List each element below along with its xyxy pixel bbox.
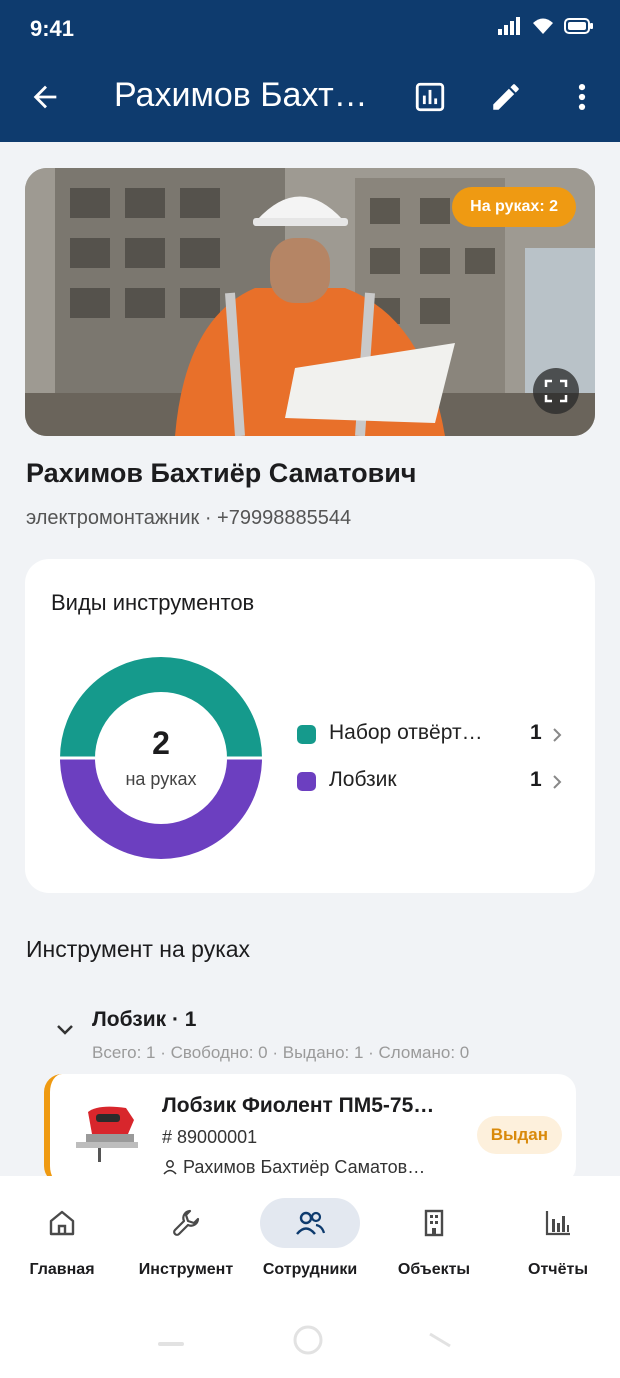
employee-subtitle: электромонтажник · +79998885544 bbox=[26, 507, 352, 529]
nav-label: Сотрудники bbox=[262, 1261, 358, 1278]
nav-icon-pill bbox=[136, 1198, 236, 1248]
employee-photo[interactable]: На руках: 2 bbox=[25, 168, 595, 436]
signal-icon bbox=[498, 17, 520, 35]
expand-icon bbox=[544, 379, 568, 403]
nav-label: Инструмент bbox=[138, 1261, 234, 1278]
nav-label: Главная bbox=[29, 1261, 95, 1278]
status-icons bbox=[498, 17, 594, 35]
nav-item-home[interactable]: Главная bbox=[0, 1198, 124, 1279]
nav-icon-pill bbox=[384, 1198, 484, 1248]
system-gesture-bar bbox=[158, 1325, 451, 1355]
chevron-down-icon bbox=[57, 1025, 73, 1035]
legend-label: Лобзик bbox=[329, 768, 397, 791]
tool-types-card: Виды инструментов 2 на руках Набор отвёр… bbox=[25, 559, 595, 893]
tool-types-title: Виды инструментов bbox=[51, 590, 255, 615]
recents-button bbox=[158, 1342, 184, 1346]
chevron-right-icon bbox=[553, 728, 562, 742]
legend-count: 1 bbox=[530, 721, 542, 744]
status-bar: 9:41 bbox=[0, 0, 620, 56]
legend-item-jigsaw[interactable]: Лобзик 1 bbox=[297, 766, 567, 798]
back-arrow-icon[interactable] bbox=[28, 80, 62, 114]
expand-button[interactable] bbox=[533, 368, 579, 414]
tool-group-stats: Всего: 1 · Свободно: 0 · Выдано: 1 · Сло… bbox=[92, 1043, 470, 1062]
tool-item-holder: Рахимов Бахтиёр Саматов… bbox=[162, 1157, 462, 1178]
home-button bbox=[293, 1325, 323, 1355]
wrench-icon bbox=[173, 1209, 200, 1236]
legend-item-screwdriver-set[interactable]: Набор отвёрт… 1 bbox=[297, 719, 567, 751]
bar-chart-icon bbox=[545, 1211, 570, 1236]
home-icon bbox=[49, 1210, 75, 1236]
tool-item-card[interactable]: Лобзик Фиолент ПМ5-75… # 89000001 Рахимо… bbox=[44, 1074, 576, 1184]
on-hand-badge: На руках: 2 bbox=[452, 187, 576, 227]
donut-center-label: на руках bbox=[125, 769, 197, 789]
legend-dot bbox=[297, 772, 316, 791]
nav-icon-pill bbox=[508, 1198, 608, 1248]
user-icon bbox=[163, 1160, 177, 1175]
nav-icon-pill bbox=[12, 1198, 112, 1248]
nav-icon-pill-active bbox=[260, 1198, 360, 1248]
chevron-right-icon bbox=[553, 775, 562, 789]
nav-item-objects[interactable]: Объекты bbox=[372, 1198, 496, 1279]
more-icon[interactable] bbox=[565, 80, 599, 114]
tool-item-number: # 89000001 bbox=[162, 1127, 257, 1148]
app-bar: Рахимов Бахт… bbox=[0, 66, 620, 130]
tool-item-title: Лобзик Фиолент ПМ5-75… bbox=[162, 1094, 435, 1117]
top-bar: 9:41 Рахимов Бахт… bbox=[0, 0, 620, 142]
battery-icon bbox=[564, 18, 593, 34]
nav-label: Объекты bbox=[397, 1261, 471, 1278]
status-time: 9:41 bbox=[30, 16, 75, 41]
tool-types-donut: 2 на руках bbox=[60, 657, 262, 859]
donut-center-value: 2 bbox=[152, 725, 170, 761]
nav-item-reports[interactable]: Отчёты bbox=[496, 1198, 620, 1279]
employee-name: Рахимов Бахтиёр Саматович bbox=[26, 458, 417, 488]
nav-item-employees[interactable]: Сотрудники bbox=[248, 1198, 372, 1279]
tool-item-number-value: 89000001 bbox=[177, 1127, 258, 1147]
on-hand-section-title: Инструмент на руках bbox=[26, 936, 251, 962]
back-button bbox=[429, 1332, 451, 1348]
legend-dot bbox=[297, 725, 316, 744]
nav-item-tools[interactable]: Инструмент bbox=[124, 1198, 248, 1279]
legend-label: Набор отвёрт… bbox=[329, 721, 483, 744]
jigsaw-thumbnail bbox=[76, 1106, 138, 1162]
stats-icon[interactable] bbox=[413, 80, 447, 114]
tool-item-holder-name: Рахимов Бахтиёр Саматов… bbox=[183, 1157, 426, 1177]
nav-label: Отчёты bbox=[528, 1261, 588, 1278]
tool-group-title: Лобзик · 1 bbox=[92, 1008, 197, 1031]
edit-icon[interactable] bbox=[489, 80, 523, 114]
hash-icon: # bbox=[162, 1127, 173, 1147]
users-icon bbox=[296, 1211, 326, 1235]
tool-status-badge: Выдан bbox=[476, 1116, 562, 1154]
wifi-icon bbox=[533, 18, 553, 34]
page-title: Рахимов Бахт… bbox=[114, 76, 368, 114]
legend-count: 1 bbox=[530, 768, 542, 791]
building-icon bbox=[424, 1209, 444, 1237]
